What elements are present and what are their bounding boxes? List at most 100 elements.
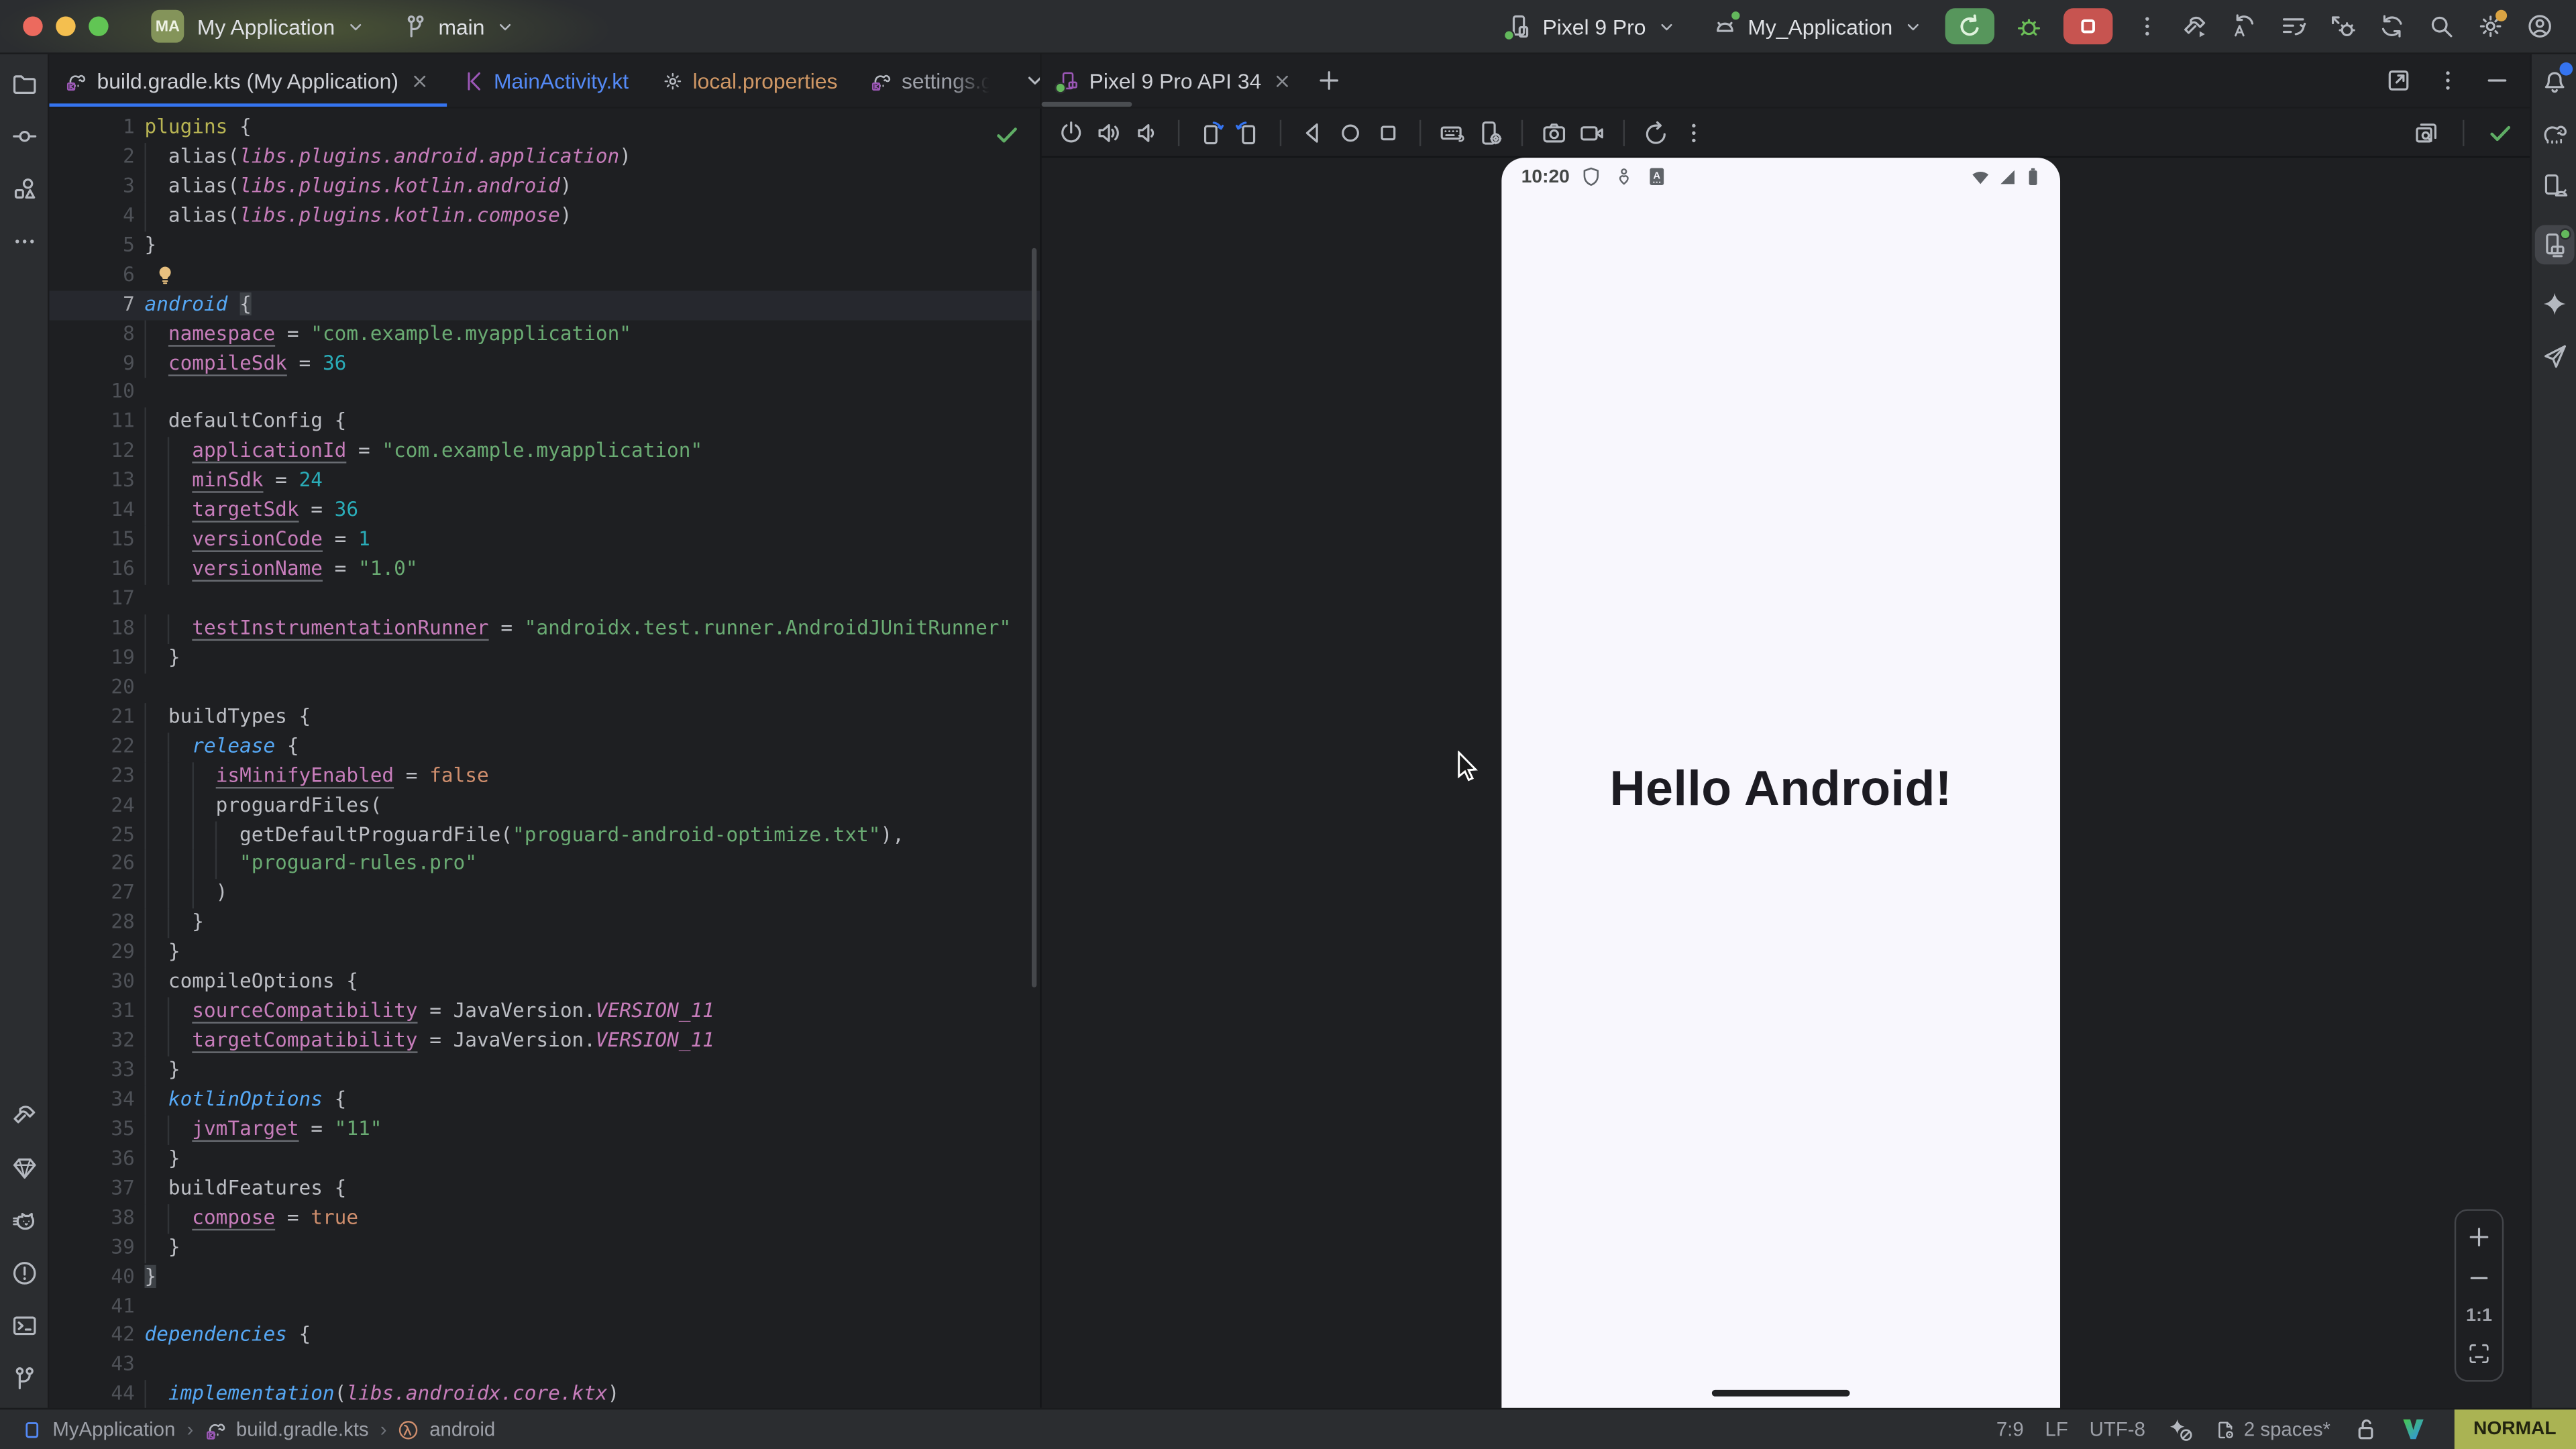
device-settings-icon[interactable] bbox=[1477, 119, 1503, 146]
search-icon[interactable] bbox=[2428, 13, 2455, 40]
editor-tab-3[interactable]: local.properties bbox=[645, 54, 854, 107]
code-line-13[interactable]: 13 minSdk = 24 bbox=[49, 467, 1040, 496]
code-line-36[interactable]: 36 } bbox=[49, 1144, 1040, 1174]
code-line-41[interactable]: 41 bbox=[49, 1292, 1040, 1322]
device-selector[interactable]: Pixel 9 Pro bbox=[1507, 13, 1677, 40]
screen-record-icon[interactable] bbox=[1578, 119, 1605, 146]
back-icon[interactable] bbox=[1299, 119, 1326, 146]
code-line-11[interactable]: 11 defaultConfig { bbox=[49, 408, 1040, 437]
tab-scrollbar[interactable] bbox=[1042, 102, 1132, 107]
rotate-right-icon[interactable] bbox=[1236, 119, 1262, 146]
power-icon[interactable] bbox=[1058, 119, 1084, 146]
reset-icon[interactable] bbox=[1643, 119, 1669, 146]
terminal-icon[interactable] bbox=[11, 1313, 37, 1339]
git-branch-icon[interactable] bbox=[11, 1365, 37, 1391]
code-line-25[interactable]: 25 getDefaultProguardFile("proguard-andr… bbox=[49, 820, 1040, 850]
code-line-38[interactable]: 38 compose = true bbox=[49, 1203, 1040, 1233]
chevron-down-icon[interactable] bbox=[1022, 67, 1040, 93]
code-line-28[interactable]: 28 } bbox=[49, 909, 1040, 938]
gradle-icon[interactable] bbox=[2540, 120, 2567, 146]
rotate-left-icon[interactable] bbox=[1197, 119, 1224, 146]
code-line-22[interactable]: 22 release { bbox=[49, 732, 1040, 761]
stop-button[interactable] bbox=[2063, 8, 2112, 44]
code-line-20[interactable]: 20 bbox=[49, 674, 1040, 703]
code-editor[interactable]: 1plugins {2 alias(libs.plugins.android.a… bbox=[49, 109, 1040, 1408]
code-line-14[interactable]: 14 targetSdk = 36 bbox=[49, 496, 1040, 526]
vcs-branch-selector[interactable]: main bbox=[402, 13, 516, 40]
code-line-29[interactable]: 29 } bbox=[49, 938, 1040, 968]
code-line-5[interactable]: 5} bbox=[49, 231, 1040, 261]
more-vertical-icon[interactable] bbox=[2434, 67, 2461, 93]
vim-mode-badge[interactable]: NORMAL bbox=[2454, 1409, 2576, 1449]
editor-scrollbar[interactable] bbox=[1032, 248, 1036, 987]
code-line-17[interactable]: 17 bbox=[49, 585, 1040, 614]
close-icon[interactable] bbox=[409, 70, 430, 91]
home-icon[interactable] bbox=[1337, 119, 1363, 146]
code-line-10[interactable]: 10 bbox=[49, 378, 1040, 408]
code-line-35[interactable]: 35 jvmTarget = "11" bbox=[49, 1116, 1040, 1145]
keyboard-icon[interactable] bbox=[1439, 119, 1465, 146]
code-line-19[interactable]: 19 } bbox=[49, 644, 1040, 674]
emulator-display-area[interactable]: 10:20 A Hello Android! bbox=[1042, 158, 2530, 1408]
code-line-21[interactable]: 21 buildTypes { bbox=[49, 703, 1040, 733]
code-line-39[interactable]: 39 } bbox=[49, 1233, 1040, 1263]
resource-manager-icon[interactable] bbox=[11, 176, 37, 202]
code-line-7[interactable]: 7android { bbox=[49, 290, 1040, 320]
editor-tab-1[interactable]: build.gradle.kts (My Application) bbox=[49, 54, 446, 107]
intention-lightbulb-icon[interactable] bbox=[154, 261, 176, 290]
code-line-26[interactable]: 26 "proguard-rules.pro" bbox=[49, 850, 1040, 879]
more-run-actions-icon[interactable] bbox=[2134, 13, 2160, 40]
close-icon[interactable] bbox=[1271, 70, 1293, 91]
volume-down-icon[interactable] bbox=[1134, 119, 1160, 146]
inspections-ok-icon[interactable] bbox=[994, 121, 1020, 148]
more-vertical-icon[interactable] bbox=[1680, 119, 1707, 146]
zoom-in-button[interactable] bbox=[2466, 1224, 2492, 1250]
running-devices-button[interactable] bbox=[2534, 225, 2574, 265]
zoom-window-button[interactable] bbox=[89, 16, 108, 36]
device-screen[interactable]: 10:20 A Hello Android! bbox=[1501, 158, 2060, 1408]
sync-project-icon[interactable] bbox=[2231, 13, 2257, 40]
code-line-16[interactable]: 16 versionName = "1.0" bbox=[49, 555, 1040, 585]
hammer-icon[interactable] bbox=[11, 1102, 37, 1128]
ai-assistant-disabled-icon[interactable] bbox=[2167, 1416, 2193, 1442]
line-separator[interactable]: LF bbox=[2045, 1417, 2068, 1440]
editor-tab-4[interactable]: settings.g bbox=[854, 54, 1010, 107]
gem-icon[interactable] bbox=[11, 1155, 37, 1181]
code-line-43[interactable]: 43 bbox=[49, 1351, 1040, 1381]
code-line-6[interactable]: 6 bbox=[49, 261, 1040, 290]
breadcrumb-item[interactable]: build.gradle.kts bbox=[205, 1417, 368, 1440]
project-selector[interactable]: My Application bbox=[197, 14, 366, 39]
gemini-icon[interactable] bbox=[2540, 290, 2567, 317]
code-line-4[interactable]: 4 alias(libs.plugins.kotlin.compose) bbox=[49, 202, 1040, 231]
file-encoding[interactable]: UTF-8 bbox=[2090, 1417, 2145, 1440]
screenshot-icon[interactable] bbox=[1541, 119, 1567, 146]
code-line-27[interactable]: 27 ) bbox=[49, 879, 1040, 909]
code-line-44[interactable]: 44 implementation(libs.androidx.core.ktx… bbox=[49, 1381, 1040, 1408]
debug-button[interactable] bbox=[2016, 13, 2042, 40]
fit-screen-button[interactable] bbox=[2466, 1340, 2492, 1366]
code-line-32[interactable]: 32 targetCompatibility = JavaVersion.VER… bbox=[49, 1027, 1040, 1057]
vim-plugin-icon[interactable] bbox=[2400, 1416, 2426, 1442]
logcat-icon[interactable] bbox=[11, 1208, 37, 1234]
folder-icon[interactable] bbox=[11, 70, 37, 97]
readonly-toggle-icon[interactable] bbox=[2352, 1416, 2378, 1442]
problems-icon[interactable] bbox=[11, 1260, 37, 1286]
breadcrumb-item[interactable]: MyApplication bbox=[21, 1417, 175, 1440]
breadcrumb-item[interactable]: android bbox=[398, 1417, 496, 1440]
open-in-new-icon[interactable] bbox=[2385, 67, 2412, 93]
code-line-42[interactable]: 42dependencies { bbox=[49, 1322, 1040, 1351]
navigation-handle[interactable] bbox=[1712, 1390, 1850, 1397]
airplane-icon[interactable] bbox=[2540, 343, 2567, 370]
code-line-40[interactable]: 40} bbox=[49, 1263, 1040, 1292]
zoom-out-button[interactable] bbox=[2466, 1265, 2492, 1291]
attach-debugger-icon[interactable] bbox=[2330, 13, 2356, 40]
close-window-button[interactable] bbox=[23, 16, 42, 36]
overview-icon[interactable] bbox=[1375, 119, 1401, 146]
account-icon[interactable] bbox=[2527, 13, 2553, 40]
minimize-window-button[interactable] bbox=[56, 16, 75, 36]
code-line-33[interactable]: 33 } bbox=[49, 1057, 1040, 1086]
notifications-icon[interactable] bbox=[2540, 67, 2567, 93]
more-horizontal-icon[interactable] bbox=[11, 228, 37, 254]
new-tab-button[interactable] bbox=[1316, 54, 1342, 107]
profiler-icon[interactable] bbox=[2280, 13, 2306, 40]
